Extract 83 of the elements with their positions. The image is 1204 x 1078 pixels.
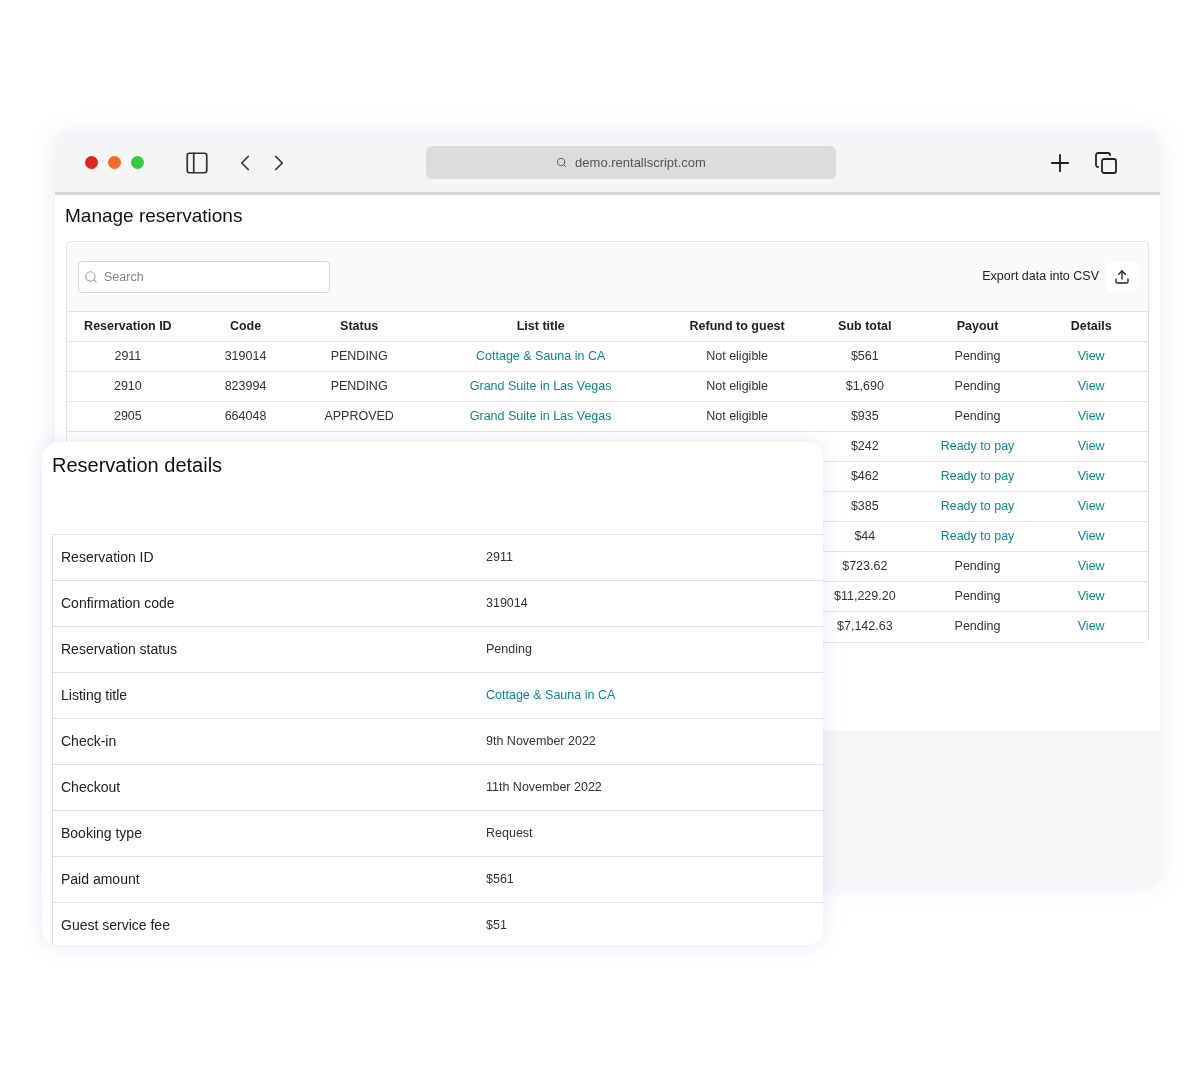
detail-value: Request	[486, 825, 533, 843]
table-cell: Not eligible	[706, 349, 769, 364]
payout-status: Pending	[954, 619, 1001, 634]
table-cell: $561	[850, 349, 879, 364]
sidebar-icon[interactable]	[184, 149, 210, 176]
search-field[interactable]: Search	[78, 260, 330, 293]
detail-label: Paid amount	[61, 870, 141, 889]
view-link[interactable]: View	[1077, 409, 1105, 424]
export-button[interactable]	[1107, 261, 1137, 292]
table-cell: 823994	[224, 379, 267, 394]
table-cell: $44	[854, 529, 876, 544]
url-text: demo.rentallscript.com	[575, 153, 706, 172]
view-link[interactable]: View	[1077, 439, 1105, 454]
detail-value: $51	[486, 917, 507, 935]
search-icon	[556, 157, 568, 168]
listing-link[interactable]: Grand Suite in Las Vegas	[469, 379, 612, 394]
view-link[interactable]: View	[1077, 349, 1105, 364]
column-header: Reservation ID	[84, 319, 172, 334]
payout-status: Ready to pay	[940, 439, 1015, 454]
detail-value: $561	[486, 871, 514, 889]
table-cell: $7,142.63	[837, 619, 893, 634]
view-link[interactable]: View	[1077, 379, 1105, 394]
payout-status: Ready to pay	[940, 469, 1015, 484]
listing-link[interactable]: Cottage & Sauna in CA	[476, 349, 606, 364]
detail-value: 9th November 2022	[486, 733, 596, 751]
page-title: Manage reservations	[65, 204, 244, 228]
detail-label: Booking type	[61, 824, 143, 843]
detail-label: Confirmation code	[61, 594, 176, 613]
table-cell: Not eligible	[706, 409, 769, 424]
table-cell: $462	[850, 469, 879, 484]
detail-value: Pending	[486, 641, 532, 659]
tabs-icon[interactable]	[1094, 150, 1118, 175]
payout-status: Pending	[954, 379, 1001, 394]
payout-status: Ready to pay	[940, 529, 1015, 544]
column-header: Payout	[956, 319, 999, 334]
table-cell: Not eligible	[706, 379, 769, 394]
table-cell: 2911	[114, 349, 142, 364]
detail-label: Checkout	[61, 778, 122, 797]
table-cell: $11,229.20	[834, 589, 896, 604]
upload-icon	[1114, 268, 1130, 285]
listing-link[interactable]: Cottage & Sauna in CA	[486, 686, 616, 705]
detail-label: Guest service fee	[61, 916, 171, 935]
details-title: Reservation details	[52, 453, 224, 478]
view-link[interactable]: View	[1077, 499, 1105, 514]
table-cell: $242	[850, 439, 879, 454]
detail-label: Reservation status	[61, 640, 178, 659]
view-link[interactable]: View	[1077, 529, 1105, 544]
column-header: Code	[229, 319, 262, 334]
table-cell: 319014	[224, 349, 267, 364]
column-header: List title	[516, 319, 565, 334]
column-header: Refund to guest	[689, 319, 785, 334]
detail-value: 319014	[486, 595, 528, 613]
search-icon	[84, 269, 98, 284]
table-cell: 664048	[224, 409, 267, 424]
payout-status: Pending	[954, 559, 1001, 574]
view-link[interactable]: View	[1077, 559, 1105, 574]
detail-label: Reservation ID	[61, 548, 155, 567]
table-cell: PENDING	[330, 349, 388, 364]
payout-status: Pending	[954, 409, 1001, 424]
column-header: Details	[1070, 319, 1112, 334]
detail-label: Check-in	[61, 732, 118, 751]
column-header: Status	[340, 319, 379, 334]
detail-value: 11th November 2022	[486, 779, 602, 797]
table-cell: $1,690	[845, 379, 884, 394]
table-cell: $385	[850, 499, 879, 514]
table-cell: PENDING	[330, 379, 388, 394]
view-link[interactable]: View	[1077, 469, 1105, 484]
table-cell: APPROVED	[324, 409, 394, 424]
view-link[interactable]: View	[1077, 619, 1105, 634]
payout-status: Pending	[954, 349, 1001, 364]
table-cell: $723.62	[842, 559, 888, 574]
address-bar[interactable]: demo.rentallscript.com	[426, 146, 836, 179]
payout-status: Ready to pay	[940, 499, 1015, 514]
column-header: Sub total	[838, 319, 892, 334]
table-cell: 2905	[113, 409, 142, 424]
table-cell: 2910	[113, 379, 142, 394]
view-link[interactable]: View	[1077, 589, 1105, 604]
payout-status: Pending	[954, 589, 1001, 604]
detail-label: Listing title	[61, 686, 129, 705]
listing-link[interactable]: Grand Suite in Las Vegas	[469, 409, 612, 424]
detail-value: 2911	[486, 549, 513, 567]
table-cell: $935	[850, 409, 879, 424]
export-label: Export data into CSV	[982, 268, 1099, 286]
